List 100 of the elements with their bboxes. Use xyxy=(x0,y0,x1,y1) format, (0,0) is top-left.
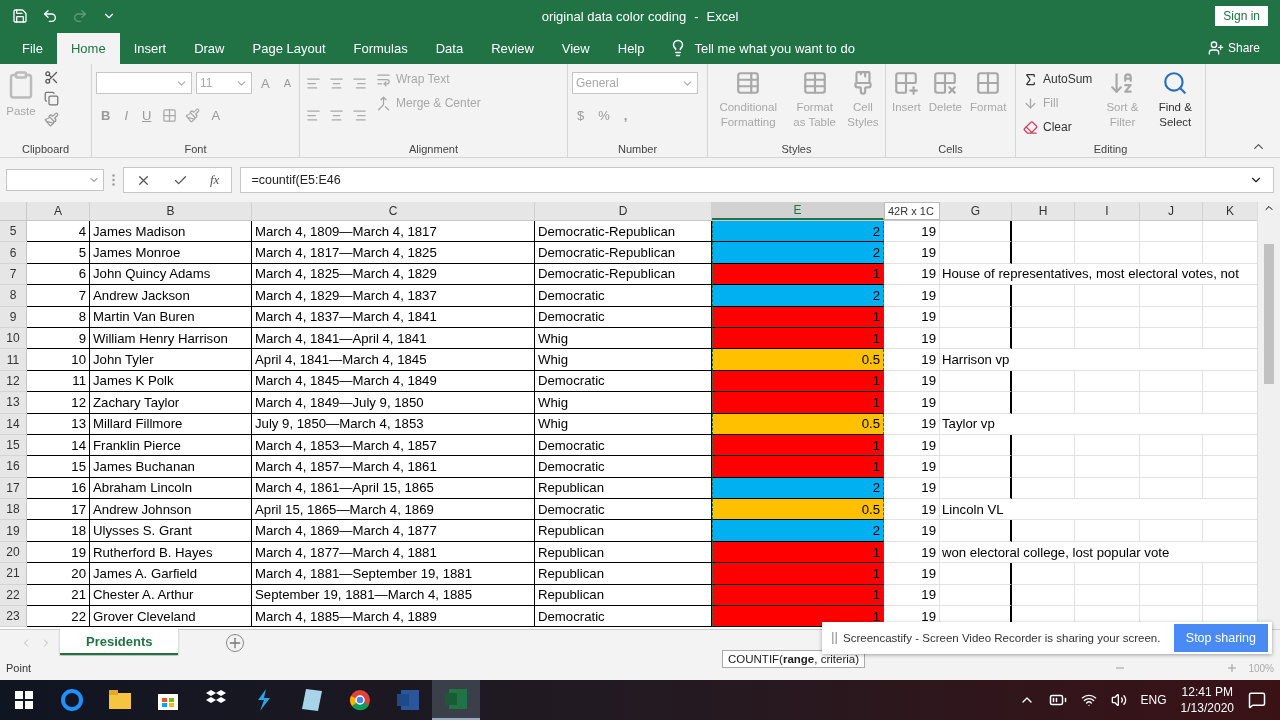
ribbon-tab[interactable]: Insert xyxy=(119,32,181,64)
empty-cell xyxy=(1012,242,1075,264)
save-icon[interactable] xyxy=(12,8,28,24)
table-cell: 19 xyxy=(884,327,940,350)
ribbon-tab[interactable]: Home xyxy=(56,33,120,64)
clock[interactable]: 12:41 PM 1/13/2020 xyxy=(1180,684,1234,716)
table-cell: Chester A. Arthur xyxy=(90,584,252,607)
row-header[interactable]: 16 xyxy=(0,456,27,478)
ribbon-tab[interactable]: Review xyxy=(477,32,548,64)
table-cell: March 4, 1809—March 4, 1817 xyxy=(252,221,535,243)
row-header[interactable]: 5 xyxy=(0,221,27,243)
empty-cell xyxy=(1140,285,1203,307)
row-header[interactable]: 15 xyxy=(0,434,27,457)
row-header[interactable]: 17 xyxy=(0,477,27,500)
format-painter-button[interactable] xyxy=(42,110,61,129)
row-header[interactable]: 10 xyxy=(0,327,27,350)
bolt-icon xyxy=(256,689,272,711)
table-cell: March 4, 1825—March 4, 1829 xyxy=(252,263,535,286)
table-cell: March 4, 1857—March 4, 1861 xyxy=(252,456,535,478)
table-cell: 12 xyxy=(27,392,90,414)
empty-cell xyxy=(1140,477,1203,500)
share-button[interactable]: Share xyxy=(1201,32,1266,64)
table-cell: 19 xyxy=(884,392,940,414)
column-header[interactable]: E xyxy=(712,202,884,220)
grip-icon xyxy=(112,174,115,186)
table-cell: April 4, 1841—March 4, 1845 xyxy=(252,349,535,371)
table-cell: William Henry Harrison xyxy=(90,327,252,350)
stop-sharing-button[interactable]: Stop sharing xyxy=(1173,624,1268,652)
empty-cell xyxy=(940,221,1012,243)
table-cell: 19 xyxy=(884,499,940,521)
row-header[interactable]: 13 xyxy=(0,392,27,414)
language-indicator[interactable]: ENG xyxy=(1140,693,1167,707)
ribbon-tab[interactable]: Data xyxy=(421,32,478,64)
row-header[interactable]: 12 xyxy=(0,370,27,393)
windows-icon xyxy=(15,691,33,709)
table-cell: 19 xyxy=(884,306,940,328)
ribbon-button[interactable]: Find & Select xyxy=(1149,68,1201,141)
empty-cell xyxy=(1075,306,1140,328)
row-header[interactable]: 6 xyxy=(0,242,27,264)
ribbon-tab[interactable]: Formulas xyxy=(339,32,422,64)
row-header[interactable]: 14 xyxy=(0,413,27,435)
table-cell: 19 xyxy=(884,263,940,286)
wifi-icon[interactable] xyxy=(1080,692,1097,708)
copy-button[interactable] xyxy=(42,89,61,108)
ribbon-button[interactable]: Clear xyxy=(1020,116,1096,138)
empty-cell xyxy=(1140,456,1203,478)
formula-field[interactable]: =countif(E5:E46 xyxy=(240,167,1274,193)
ribbon-tab[interactable]: File xyxy=(8,32,57,64)
row-header[interactable]: 19 xyxy=(0,520,27,542)
row-header[interactable]: 18 xyxy=(0,499,27,521)
table-cell: September 19, 1881—March 4, 1885 xyxy=(252,584,535,607)
empty-cell xyxy=(940,563,1012,585)
selection-size-tooltip: 42R x 1C xyxy=(884,202,940,220)
eraser-icon xyxy=(1023,119,1038,135)
notebook-icon xyxy=(302,689,322,711)
undo-icon[interactable] xyxy=(42,8,58,24)
search-icon xyxy=(1162,70,1189,96)
group-label: Styles xyxy=(780,142,813,157)
conditional-formatting-icon xyxy=(735,70,762,96)
sign-in-button[interactable]: Sign in xyxy=(1215,6,1268,26)
row-header[interactable]: 21 xyxy=(0,563,27,585)
scroll-thumb[interactable] xyxy=(1264,244,1274,384)
row-header[interactable]: 22 xyxy=(0,584,27,607)
table-cell: 19 xyxy=(884,456,940,478)
tell-me-field[interactable]: Tell me what you want to do xyxy=(658,32,865,64)
row-header[interactable]: 23 xyxy=(0,606,27,628)
row-header[interactable]: 8 xyxy=(0,285,27,307)
empty-cell xyxy=(1012,434,1075,457)
table-cell: 1 xyxy=(712,584,884,607)
ribbon-tab[interactable]: Help xyxy=(603,32,659,64)
ribbon-tab[interactable]: View xyxy=(547,32,604,64)
ribbon-button[interactable]: AutoSum xyxy=(1020,68,1096,90)
ribbon-tab[interactable]: Page Layout xyxy=(238,32,340,64)
sheet-tab[interactable]: Presidents xyxy=(60,629,179,655)
row-header[interactable]: 11 xyxy=(0,349,27,371)
empty-cell xyxy=(940,477,1012,500)
empty-cell xyxy=(1075,563,1140,585)
row-header[interactable]: 9 xyxy=(0,306,27,328)
table-cell: 4 xyxy=(27,221,90,243)
insert-function-button[interactable]: fx xyxy=(210,172,220,188)
empty-cell xyxy=(1140,306,1203,328)
table-cell: March 4, 1869—March 4, 1877 xyxy=(252,520,535,542)
row-header[interactable]: 7 xyxy=(0,263,27,286)
table-cell: 17 xyxy=(27,499,90,521)
notifications-icon[interactable] xyxy=(1248,691,1266,709)
table-cell: 19 xyxy=(884,434,940,457)
volume-icon[interactable] xyxy=(1110,692,1127,708)
table-cell: Democratic xyxy=(535,606,712,628)
table-cell: James Madison xyxy=(90,221,252,243)
fill-icon xyxy=(1023,95,1038,111)
table-cell: March 4, 1881—September 19, 1881 xyxy=(252,563,535,585)
table-cell: 1 xyxy=(712,606,884,628)
row-header[interactable]: 20 xyxy=(0,541,27,564)
table-cell: 1 xyxy=(712,434,884,457)
table-cell: James A. Garfield xyxy=(90,563,252,585)
ribbon-tab[interactable]: Draw xyxy=(180,32,239,64)
table-cell: 11 xyxy=(27,370,90,393)
table-cell: Democratic xyxy=(535,285,712,307)
table-cell: 19 xyxy=(884,349,940,371)
table-cell: John Quincy Adams xyxy=(90,263,252,286)
